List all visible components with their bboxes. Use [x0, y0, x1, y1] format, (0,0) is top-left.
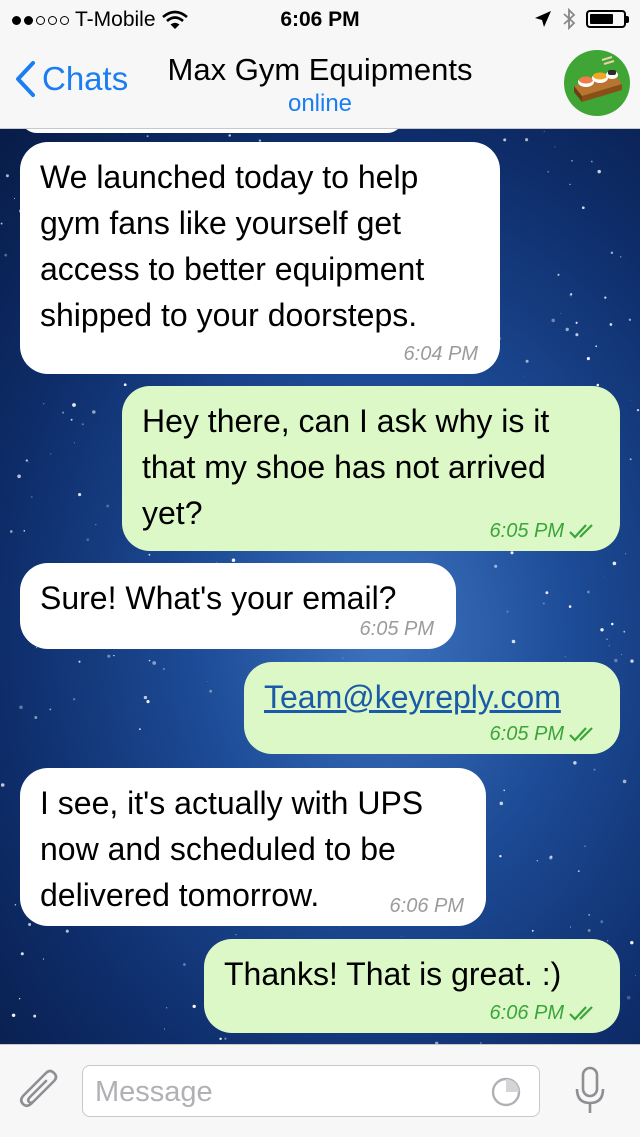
message-time: 6:06 PM	[389, 895, 464, 917]
bluetooth-icon	[563, 8, 576, 30]
message-time: 6:05 PM	[490, 521, 598, 541]
message-bubble-incoming: I see, it's actually with UPS now and sch…	[20, 768, 486, 926]
composer: Message	[0, 1044, 640, 1137]
message-bubble-outgoing: Team@keyreply.com 6:05 PM	[244, 662, 620, 754]
chat-title: Max Gym Equipments	[167, 52, 473, 87]
message-text: We launched today to help gym fans like y…	[40, 159, 425, 333]
partial-message-bubble	[20, 129, 404, 133]
message-input[interactable]: Message	[82, 1065, 540, 1117]
message-text: Team@keyreply.com	[264, 674, 598, 720]
message-text: Sure! What's your email?	[40, 580, 397, 616]
status-bar: T-Mobile 6:06 PM	[0, 0, 640, 40]
message-bubble-outgoing: Thanks! That is great. :) 6:06 PM	[204, 939, 620, 1033]
double-check-icon	[569, 524, 593, 539]
sticker-icon[interactable]	[491, 1077, 521, 1107]
email-link[interactable]: Team@keyreply.com	[264, 679, 561, 715]
avatar[interactable]	[564, 50, 630, 116]
chat-area[interactable]: We launched today to help gym fans like y…	[0, 129, 640, 1044]
location-arrow-icon	[535, 11, 551, 27]
message-bubble-incoming: Sure! What's your email? 6:05 PM	[20, 563, 456, 649]
message-text: Hey there, can I ask why is it that my sh…	[142, 403, 550, 531]
message-placeholder: Message	[95, 1076, 213, 1108]
chat-header: Chats Max Gym Equipments online	[0, 40, 640, 129]
status-icons	[534, 8, 629, 30]
battery-icon	[586, 10, 629, 28]
message-time: 6:05 PM	[359, 618, 434, 640]
microphone-icon[interactable]	[572, 1065, 608, 1117]
message-time: 6:04 PM	[403, 343, 478, 365]
paperclip-icon[interactable]	[18, 1069, 62, 1115]
message-bubble-incoming: We launched today to help gym fans like y…	[20, 142, 500, 374]
chat-status: online	[287, 90, 353, 117]
sushi-avatar-icon	[574, 56, 622, 102]
message-time: 6:06 PM	[490, 1003, 598, 1023]
message-time: 6:05 PM	[490, 724, 598, 744]
message-text: Thanks! That is great. :)	[224, 956, 562, 992]
double-check-icon	[569, 727, 593, 742]
double-check-icon	[569, 1006, 593, 1021]
message-bubble-outgoing: Hey there, can I ask why is it that my sh…	[122, 386, 620, 551]
